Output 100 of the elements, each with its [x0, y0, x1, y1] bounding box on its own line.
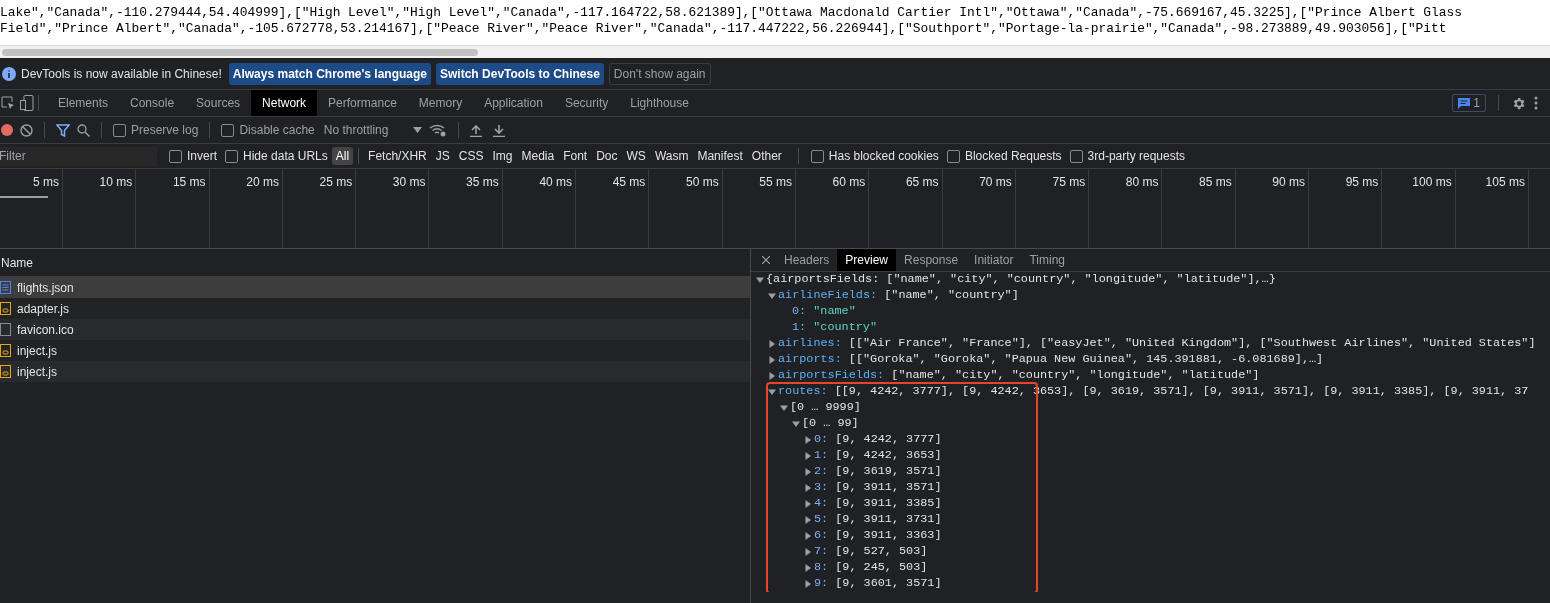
type-filter[interactable]: All	[331, 147, 354, 165]
detail-tab[interactable]: Preview	[837, 249, 897, 271]
timeline-tick: 95 ms	[1345, 174, 1379, 191]
detail-tab[interactable]: Response	[896, 249, 967, 271]
page-text-line: Field","Prince Albert","Canada",-105.672778,53.214167],["Peace River","Peace River","Canada",-117.447222,56.226944],["Southport","Portage-la-prairie","Canada",-98.273889,49.903056],["Pitt	[0, 21, 1447, 37]
panel-tab[interactable]: Memory	[407, 90, 474, 116]
tree-entry[interactable]: [0 … 9999]	[788, 399, 861, 417]
type-filter[interactable]: Media	[517, 147, 559, 165]
collapsed-arrow-icon[interactable]	[804, 484, 812, 492]
type-filter[interactable]: Wasm	[650, 147, 693, 165]
panel-tab[interactable]: Performance	[317, 90, 408, 116]
search-icon[interactable]	[77, 123, 90, 137]
tree-entry[interactable]: airlineFields: ["name", "country"]	[776, 287, 1019, 305]
detail-tab[interactable]: Initiator	[966, 249, 1022, 271]
clear-icon[interactable]	[20, 123, 33, 137]
type-filter[interactable]: Font	[559, 147, 592, 165]
panel-tab[interactable]: Console	[119, 90, 186, 116]
checkbox-label: Blocked Requests	[964, 148, 1062, 165]
filter-field[interactable]: Filter	[0, 146, 157, 166]
tree-entry[interactable]: 1: [9, 4242, 3653]	[812, 447, 942, 465]
tree-entry[interactable]: {airportsFields: ["name", "city", "country", "longitude", "latitude"],…}	[764, 272, 1276, 289]
checkbox[interactable]	[946, 149, 960, 163]
checkbox[interactable]	[169, 149, 182, 163]
collapsed-arrow-icon[interactable]	[768, 356, 776, 364]
column-header[interactable]: Name	[1, 253, 33, 272]
request-name: flights.json	[17, 279, 74, 297]
detail-tab[interactable]: Headers	[776, 249, 838, 271]
upload-icon[interactable]	[470, 123, 483, 137]
tree-entry[interactable]: 9: [9, 3601, 3571]	[812, 575, 942, 592]
collapsed-arrow-icon[interactable]	[768, 340, 776, 348]
tree-entry[interactable]: 4: [9, 3911, 3385]	[812, 495, 942, 513]
tree-entry[interactable]: airports: [["Goroka", "Goroka", "Papua New Guinea", 145.391881, -6.081689],…]	[776, 351, 1324, 369]
download-icon[interactable]	[493, 123, 506, 137]
type-filter[interactable]: Other	[747, 147, 786, 165]
tree-entry[interactable]: 2: [9, 3619, 3571]	[812, 463, 942, 481]
type-filter[interactable]: Fetch/XHR	[364, 147, 431, 165]
checkbox-label: Has blocked cookies	[828, 148, 939, 165]
request-name: adapter.js	[17, 300, 70, 318]
collapsed-arrow-icon[interactable]	[804, 436, 812, 444]
request-row[interactable]: favicon.ico	[0, 319, 750, 340]
checkbox[interactable]	[225, 149, 238, 163]
page-text-line: Lake","Canada",-110.279444,54.404999],["High Level","High Level","Canada",-117.164722,58.621389],["Ottawa Macdonald Cartier Intl","Ottawa","Canada",-75.669167,45.3225],["Prince Albert Glass	[0, 5, 1463, 21]
timeline-tick: 20 ms	[246, 174, 279, 191]
request-row[interactable]: flights.json	[0, 277, 750, 298]
request-row[interactable]: inject.js	[0, 361, 750, 382]
tree-entry[interactable]: 5: [9, 3911, 3731]	[812, 511, 942, 529]
panel-tab[interactable]: Sources	[185, 90, 252, 116]
collapsed-arrow-icon[interactable]	[804, 564, 812, 572]
settings-icon[interactable]	[1511, 95, 1526, 111]
timeline-tick: 65 ms	[905, 174, 939, 191]
network-conditions-icon[interactable]	[429, 123, 448, 137]
collapsed-arrow-icon[interactable]	[804, 580, 812, 588]
checkbox[interactable]	[810, 149, 824, 163]
infobar-button[interactable]: Always match Chrome's language	[228, 62, 432, 85]
scrollbar[interactable]	[2, 48, 478, 56]
throttling-select[interactable]: No throttling	[323, 121, 423, 139]
tree-entry[interactable]: 3: [9, 3911, 3571]	[812, 479, 942, 497]
panel-tab[interactable]: Lighthouse	[619, 90, 700, 116]
device-icon[interactable]	[20, 95, 34, 111]
infobar-button[interactable]: Don't show again	[608, 62, 711, 85]
tree-entry[interactable]: airportsFields: ["name", "city", "country", "longitude", "latitude"]	[776, 367, 1260, 385]
inspect-icon[interactable]	[1, 96, 15, 110]
panel-tab[interactable]: Elements	[47, 90, 120, 116]
tree-entry[interactable]: 6: [9, 3911, 3363]	[812, 527, 942, 545]
collapsed-arrow-icon[interactable]	[804, 452, 812, 460]
panel-tab[interactable]: Security	[553, 90, 620, 116]
collapsed-arrow-icon[interactable]	[804, 468, 812, 476]
expanded-arrow-icon[interactable]	[756, 276, 764, 284]
panel-tab[interactable]: Application	[473, 90, 554, 116]
expanded-arrow-icon[interactable]	[792, 420, 800, 428]
type-filter[interactable]: JS	[431, 147, 454, 165]
tree-entry[interactable]: [0 … 99]	[800, 415, 859, 433]
more-options-icon[interactable]	[1534, 96, 1538, 110]
type-filter[interactable]: WS	[622, 147, 650, 165]
type-filter[interactable]: CSS	[454, 147, 488, 165]
checkbox[interactable]	[1069, 149, 1083, 163]
tree-entry[interactable]: 8: [9, 245, 503]	[812, 559, 928, 577]
close-icon[interactable]	[762, 256, 770, 264]
collapsed-arrow-icon[interactable]	[804, 548, 812, 556]
tree-entry[interactable]: 0: [9, 4242, 3777]	[812, 431, 942, 449]
expanded-arrow-icon[interactable]	[768, 292, 776, 300]
infobar-button[interactable]: Switch DevTools to Chinese	[436, 62, 604, 85]
expanded-arrow-icon[interactable]	[780, 404, 788, 412]
filter-icon[interactable]	[56, 123, 70, 137]
record-button[interactable]	[1, 124, 13, 136]
type-filter[interactable]: Manifest	[693, 147, 747, 165]
issues-badge[interactable]: 1	[1452, 94, 1486, 112]
type-filter[interactable]: Img	[488, 147, 517, 165]
tree-entry[interactable]: 7: [9, 527, 503]	[812, 543, 928, 561]
detail-tab[interactable]: Timing	[1021, 249, 1073, 271]
collapsed-arrow-icon[interactable]	[804, 500, 812, 508]
checkbox[interactable]	[113, 123, 126, 137]
collapsed-arrow-icon[interactable]	[804, 532, 812, 540]
expanded-arrow-icon[interactable]	[768, 388, 776, 396]
type-filter[interactable]: Doc	[592, 147, 622, 165]
collapsed-arrow-icon[interactable]	[804, 516, 812, 524]
collapsed-arrow-icon[interactable]	[768, 372, 776, 380]
panel-tab[interactable]: Network	[251, 90, 318, 116]
tree-entry[interactable]: airlines: [["Air France", "France"], ["easyJet", "United Kingdom"], ["Southwest Airlines", "United States"]	[776, 335, 1536, 353]
checkbox[interactable]	[221, 123, 235, 137]
